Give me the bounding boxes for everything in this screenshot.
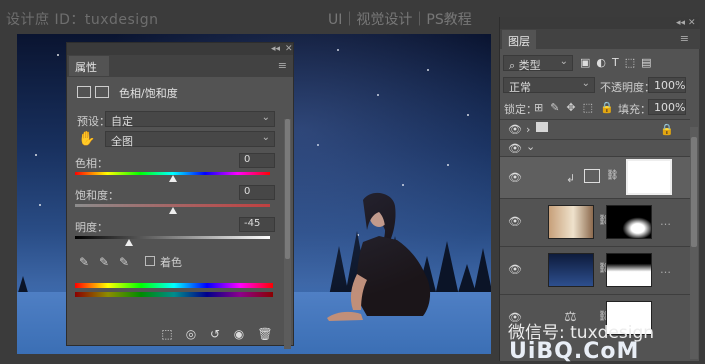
collapse-icon[interactable]: ◂◂ — [271, 44, 280, 54]
fill-label: 填充： — [618, 103, 651, 116]
collapse-icon[interactable]: ◂◂ — [676, 18, 685, 28]
watermark-site-logo: UiBQ.CoM — [509, 339, 640, 364]
eye-icon[interactable]: 👁 — [508, 142, 522, 155]
expand-arrow-icon[interactable]: › — [526, 123, 530, 136]
watermark-top-right: UI｜视觉设计｜PS教程 — [328, 12, 472, 28]
layer-mask-thumbnail[interactable] — [606, 253, 652, 287]
folder-icon — [536, 122, 548, 132]
sky-layer-row[interactable]: 👁 ⛓ … — [500, 246, 690, 294]
chevron-down-icon: ⌄ — [581, 78, 590, 89]
mask-icon[interactable] — [95, 86, 109, 98]
saturation-slider-thumb[interactable] — [168, 207, 177, 214]
chevron-down-icon: ⌄ — [261, 132, 270, 143]
lock-icon: 🔒 — [660, 123, 674, 136]
close-icon[interactable]: ✕ — [688, 18, 696, 28]
layer-filter-value: 类型 — [518, 59, 541, 72]
view-previous-icon[interactable]: ◎ — [181, 325, 201, 343]
collapse-arrow-icon[interactable]: ⌄ — [526, 140, 535, 153]
tab-properties[interactable]: 属性 — [69, 56, 109, 76]
chevron-down-icon: ⌄ — [261, 112, 270, 123]
tab-layers[interactable]: 图层 — [502, 30, 536, 49]
lightness-slider-track[interactable] — [75, 236, 270, 239]
blend-mode-value: 正常 — [509, 81, 531, 94]
saturation-label: 饱和度： — [75, 189, 119, 202]
fill-input[interactable]: 100% — [648, 99, 686, 115]
layer-mask-thumbnail[interactable] — [606, 205, 652, 239]
hand-icon[interactable]: ✋ — [78, 131, 95, 147]
preset-value: 自定 — [111, 115, 133, 128]
lightness-slider-thumb[interactable] — [124, 239, 133, 246]
layer-mask-thumbnail[interactable] — [626, 159, 672, 195]
lightness-label: 明度： — [75, 221, 108, 234]
chain-icon[interactable]: ⛓ — [606, 170, 619, 181]
preset-select[interactable]: 自定 ⌄ — [105, 111, 275, 128]
range-value: 全图 — [111, 135, 133, 148]
eye-icon[interactable]: 👁 — [508, 263, 522, 276]
hue-value-input[interactable]: 0 — [239, 153, 275, 168]
properties-scrollbar[interactable] — [284, 119, 291, 349]
eye-icon[interactable]: 👁 — [508, 123, 522, 136]
saturation-value-input[interactable]: 0 — [239, 185, 275, 200]
lock-options-icons[interactable]: ⊞✎✥⬚🔒 — [534, 101, 621, 114]
hue-label: 色相： — [75, 157, 108, 170]
search-icon: ⌕ — [509, 59, 519, 72]
eye-icon[interactable]: 👁 — [508, 215, 522, 228]
chevron-down-icon: ⌄ — [559, 56, 568, 67]
fill-value: 100% — [654, 101, 686, 114]
layers-menu-icon[interactable]: ≡ — [680, 32, 689, 45]
layer-group-row[interactable]: 👁 › 🔒 — [500, 119, 690, 139]
lock-label: 锁定： — [504, 103, 537, 116]
layers-scrollbar[interactable] — [690, 127, 698, 359]
adjustment-title: 色相/饱和度 — [119, 87, 178, 100]
opacity-input[interactable]: 100% — [648, 77, 686, 93]
adjusted-spectrum-bar — [75, 292, 273, 297]
more-icon: … — [660, 215, 671, 228]
visibility-icon[interactable]: ◉ — [229, 325, 249, 343]
hue-slider-thumb[interactable] — [168, 175, 177, 182]
colorize-label: 着色 — [160, 256, 182, 269]
adjustment-layer-row[interactable]: 👁 ↲ ⛓ — [500, 156, 690, 198]
eyedropper-plus-icon[interactable]: ✎ — [99, 255, 109, 269]
trash-icon[interactable]: 🗑 — [255, 325, 275, 343]
layer-thumbnail[interactable] — [548, 205, 594, 239]
clip-indicator-icon: ↲ — [566, 172, 576, 185]
girl-layer-row[interactable]: 👁 ⛓ … — [500, 198, 690, 246]
layer-subgroup-row[interactable]: 👁 ⌄ — [500, 139, 690, 156]
eyedropper-icon[interactable]: ✎ — [79, 255, 89, 269]
opacity-value: 100% — [654, 79, 686, 92]
eye-icon[interactable]: 👁 — [508, 171, 522, 184]
layer-thumbnail[interactable] — [548, 253, 594, 287]
color-spectrum-bar — [75, 283, 273, 288]
blend-mode-select[interactable]: 正常 ⌄ — [503, 77, 595, 94]
opacity-label: 不透明度： — [600, 81, 655, 94]
colorize-checkbox[interactable] — [145, 256, 155, 266]
close-icon[interactable]: ✕ — [285, 44, 293, 54]
panel-menu-icon[interactable]: ≡ — [278, 59, 287, 72]
more-icon: … — [660, 263, 671, 276]
layer-filter-icons[interactable]: ▣◐T⬚▤ — [580, 56, 680, 69]
girl-figure — [327, 192, 431, 321]
layer-filter-select[interactable]: ⌕ 类型 ⌄ — [503, 55, 573, 72]
hue-saturation-icon — [584, 169, 600, 183]
range-select[interactable]: 全图 ⌄ — [105, 131, 275, 148]
watermark-top-left: 设计庶 ID：tuxdesign — [6, 12, 159, 28]
lightness-value-input[interactable]: -45 — [239, 217, 275, 232]
properties-panel: ◂◂ ✕ 属性 ≡ 色相/饱和度 预设： 自定 ⌄ ✋ 全图 ⌄ 色相： 0 饱和度… — [66, 42, 294, 349]
reset-icon[interactable]: ↺ — [205, 325, 225, 343]
eyedropper-minus-icon[interactable]: ✎ — [119, 255, 129, 269]
hue-saturation-icon — [77, 86, 91, 98]
layers-panel: ◂◂ ✕ 图层 ≡ ⌕ 类型 ⌄ ▣◐T⬚▤ 正常 ⌄ 不透明度： 100% 锁定：… — [499, 17, 700, 361]
clip-icon[interactable]: ⬚ — [157, 325, 177, 343]
